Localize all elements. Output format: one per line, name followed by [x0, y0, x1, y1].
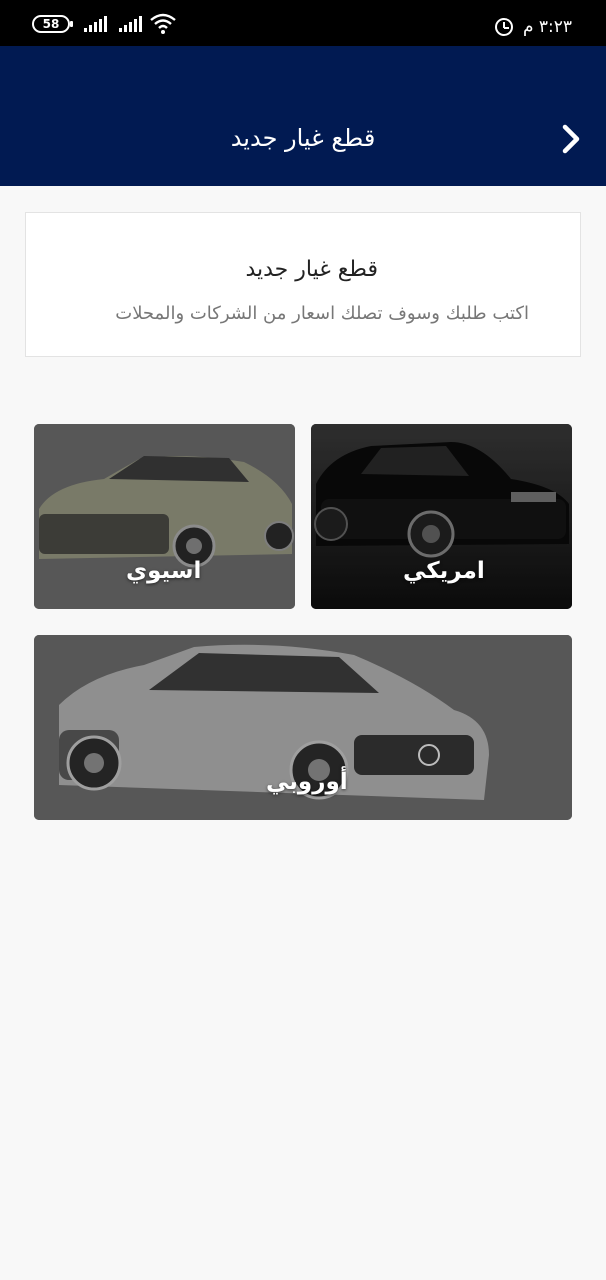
category-tile-european[interactable]: أوروبي	[34, 635, 572, 820]
category-label: أوروبي	[266, 769, 348, 795]
signal-icon	[84, 16, 107, 32]
clock: ٣:٢٣ م	[522, 17, 572, 37]
wifi-icon	[150, 13, 176, 34]
alarm-icon	[494, 18, 513, 36]
app-bar: قطع غيار جديد	[0, 46, 606, 186]
category-tile-american[interactable]: امريكي	[311, 424, 572, 609]
category-label: امريكي	[403, 558, 485, 584]
chevron-right-icon	[562, 124, 580, 154]
status-bar: 58 ٣:٢٣ م	[0, 0, 606, 46]
category-tile-asian[interactable]: اسيوي	[34, 424, 295, 609]
info-card-subtitle: اكتب طلبك وسوف تصلك اسعار من الشركات وال…	[115, 303, 529, 324]
battery-icon: 58	[32, 15, 73, 33]
back-button[interactable]	[556, 122, 586, 156]
info-card: قطع غيار جديد اكتب طلبك وسوف تصلك اسعار …	[25, 212, 581, 357]
info-card-title: قطع غيار جديد	[245, 257, 378, 282]
page-title: قطع غيار جديد	[230, 124, 376, 152]
status-icons: 58	[32, 13, 176, 35]
status-right: ٣:٢٣ م	[494, 16, 572, 38]
category-label: اسيوي	[126, 558, 202, 584]
signal-icon	[119, 16, 142, 32]
